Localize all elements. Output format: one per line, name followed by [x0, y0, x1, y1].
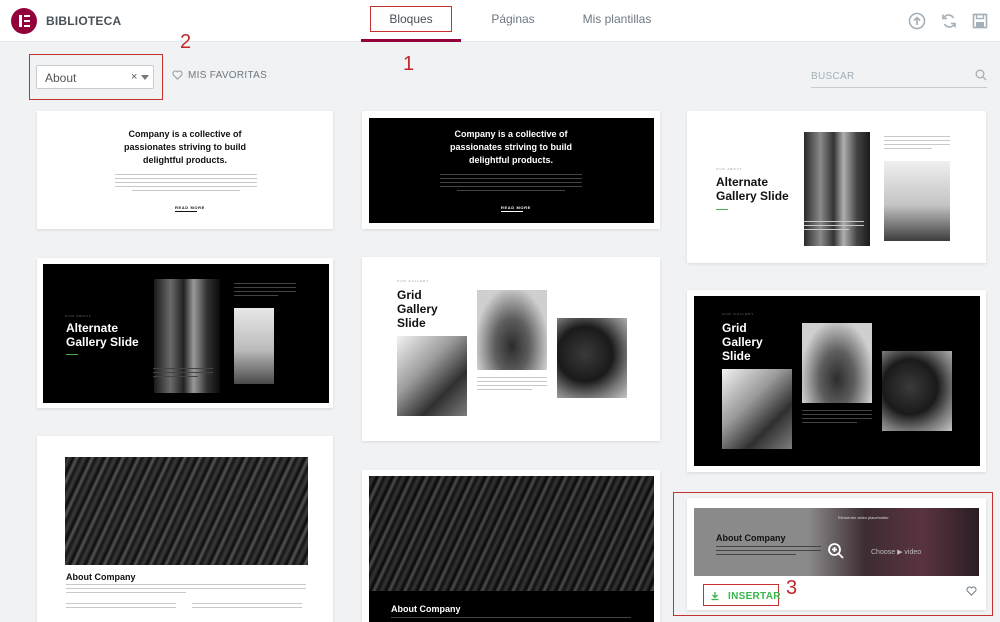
- card-kicker: OUR ABOUT: [716, 167, 743, 171]
- save-icon[interactable]: [971, 12, 989, 30]
- heart-icon: [172, 70, 183, 80]
- filter-selected-value: About: [45, 71, 77, 85]
- tab-paginas[interactable]: Páginas: [478, 0, 548, 42]
- card-headline: Grid Gallery Slide: [722, 321, 763, 363]
- template-card-about-company-dark[interactable]: About Company: [362, 470, 660, 622]
- template-card-alternate-gallery-light[interactable]: OUR ABOUT Alternate Gallery Slide: [687, 111, 986, 263]
- search-input[interactable]: [811, 68, 961, 84]
- bookstore-photo: [369, 476, 654, 591]
- annotation-number-3: 3: [786, 577, 798, 599]
- gallery-photo: [884, 161, 950, 241]
- annotation-number-2: 2: [180, 31, 192, 53]
- library-header: BIBLIOTECA Bloques Páginas Mis plantilla…: [0, 0, 1000, 42]
- video-title: Elementor video placeholder: [838, 515, 889, 520]
- category-filter-select[interactable]: About ×: [36, 65, 154, 89]
- template-card-about-company-hovered[interactable]: About Company Elementor video placeholde…: [687, 498, 986, 610]
- sync-icon[interactable]: [940, 12, 958, 30]
- card-kicker: OUR ABOUT: [65, 314, 92, 318]
- gallery-photo: [722, 369, 792, 449]
- template-card-alternate-gallery-dark[interactable]: OUR ABOUT Alternate Gallery Slide: [37, 258, 333, 408]
- card-headline: Company is a collective of passionates s…: [449, 129, 573, 165]
- annotation-number-1: 1: [403, 53, 415, 75]
- insert-button[interactable]: INSERTAR: [703, 584, 781, 606]
- card-read-more: READ MORE: [501, 205, 531, 210]
- tab-bloques[interactable]: Bloques: [361, 0, 461, 42]
- download-icon: [711, 592, 719, 601]
- gallery-photo: [802, 323, 872, 403]
- card-headline: About Company: [716, 533, 786, 543]
- elementor-logo-icon: [11, 8, 37, 34]
- template-card-grid-gallery-light[interactable]: OUR GALLERY Grid Gallery Slide: [362, 257, 660, 441]
- gallery-photo: [234, 308, 274, 384]
- gallery-photo: [557, 318, 627, 398]
- chevron-down-icon[interactable]: [141, 75, 149, 80]
- template-card-collective-light[interactable]: Company is a collective of passionates s…: [37, 111, 333, 229]
- search-icon[interactable]: [975, 69, 987, 81]
- template-card-about-company-light[interactable]: About Company: [37, 436, 333, 622]
- favorites-label: MIS FAVORITAS: [188, 70, 268, 81]
- card-headline: Grid Gallery Slide: [397, 288, 438, 330]
- template-card-collective-dark[interactable]: Company is a collective of passionates s…: [362, 111, 660, 229]
- gallery-photo: [397, 336, 467, 416]
- tab-mis-plantillas[interactable]: Mis plantillas: [570, 0, 664, 42]
- search-box: [811, 64, 987, 88]
- card-headline: About Company: [391, 604, 461, 614]
- filter-clear-icon[interactable]: ×: [131, 71, 137, 83]
- card-read-more: READ MORE: [175, 205, 205, 210]
- bookstore-photo: [65, 457, 308, 565]
- card-headline: Alternate Gallery Slide: [66, 321, 139, 349]
- gallery-photo: [477, 290, 547, 370]
- card-headline: About Company: [66, 572, 136, 582]
- gallery-photo: [882, 351, 952, 431]
- insert-button-label: INSERTAR: [728, 591, 781, 602]
- card-headline: Company is a collective of passionates s…: [123, 129, 247, 165]
- favorite-heart-icon[interactable]: [966, 586, 977, 596]
- template-card-grid-gallery-dark[interactable]: OUR GALLERY Grid Gallery Slide: [687, 290, 986, 472]
- card-kicker: OUR GALLERY: [397, 279, 430, 283]
- upload-icon[interactable]: [908, 12, 926, 30]
- zoom-in-icon[interactable]: [827, 542, 845, 560]
- library-title: BIBLIOTECA: [46, 14, 122, 28]
- card-kicker: OUR GALLERY: [722, 312, 755, 316]
- card-headline: Alternate Gallery Slide: [716, 175, 789, 203]
- video-play-label: Choose ▶ video: [871, 549, 922, 556]
